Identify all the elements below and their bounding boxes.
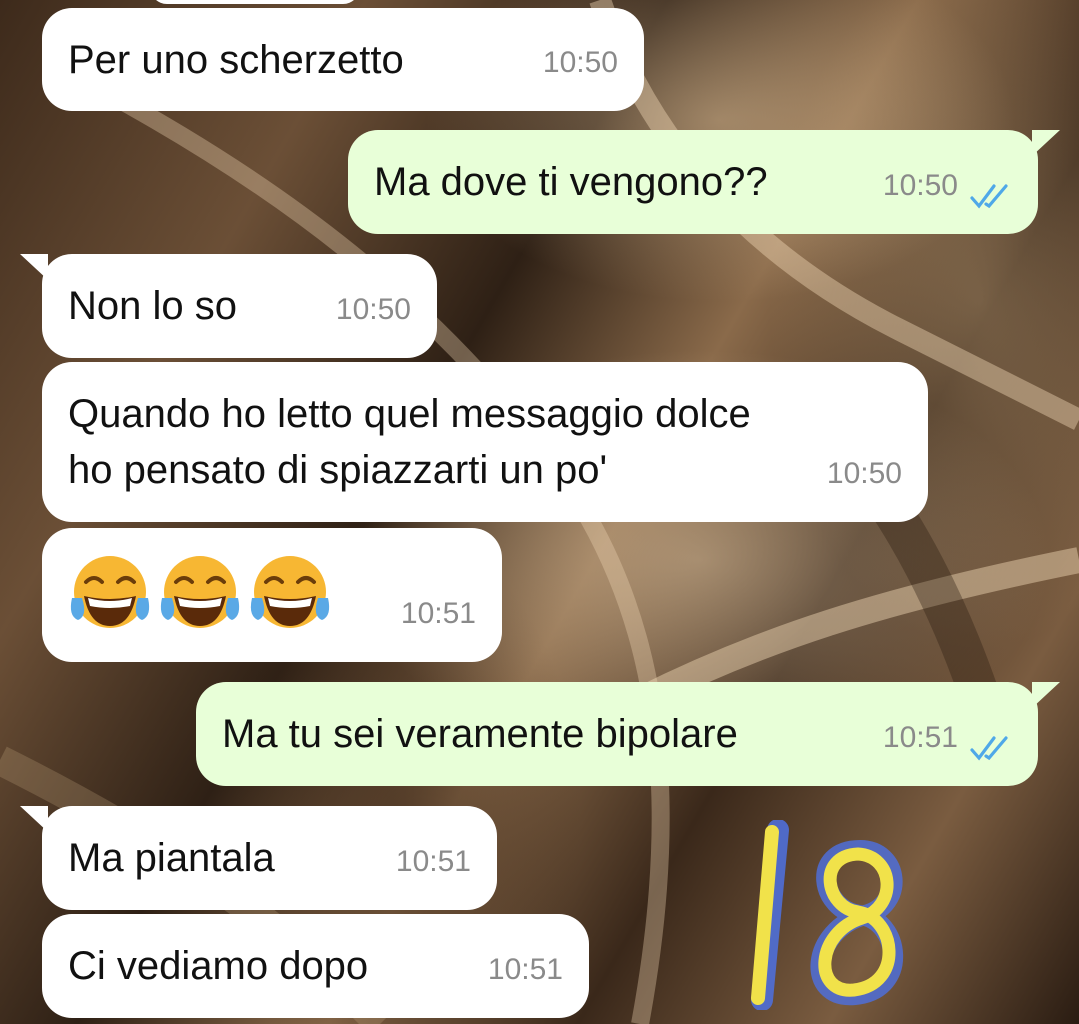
message-text: Ci vediamo dopo (68, 944, 369, 988)
message-incoming[interactable]: Non lo so 10:50 (20, 254, 437, 358)
handwritten-number-drawing (751, 820, 904, 1010)
message-timestamp: 10:50 (882, 169, 958, 202)
face-with-tears-of-joy-icon (250, 556, 330, 628)
face-with-tears-of-joy-icon (160, 556, 240, 628)
message-text: Ma tu sei veramente bipolare (222, 712, 738, 756)
message-timestamp: 10:51 (882, 721, 958, 754)
message-outgoing[interactable]: Ma dove ti vengono?? 10:50 (348, 130, 1060, 234)
message-timestamp: 10:51 (395, 845, 471, 878)
message-text: Quando ho letto quel messaggio dolce ho … (68, 392, 751, 492)
message-timestamp: 10:51 (487, 953, 563, 986)
message-text: Non lo so (68, 284, 237, 328)
message-text: Ma dove ti vengono?? (374, 160, 768, 204)
message-outgoing[interactable]: Ma tu sei veramente bipolare 10:51 (196, 682, 1060, 786)
face-with-tears-of-joy-icon (70, 556, 150, 628)
message-incoming[interactable]: Per uno scherzetto 10:50 (42, 8, 644, 111)
message-timestamp: 10:50 (826, 457, 902, 490)
message-incoming[interactable]: Ma piantala 10:51 (20, 806, 497, 910)
message-timestamp: 10:50 (542, 46, 618, 79)
message-timestamp: 10:51 (400, 597, 476, 630)
message-timestamp: 10:50 (335, 293, 411, 326)
message-incoming[interactable]: Quando ho letto quel messaggio dolce ho … (42, 362, 928, 522)
message-incoming[interactable]: Ci vediamo dopo 10:51 (42, 914, 589, 1018)
message-incoming-emoji[interactable]: 10:51 (42, 528, 502, 662)
message-bubble-partial (150, 0, 360, 4)
double-check-icon (970, 736, 1008, 761)
message-text: Ma piantala (68, 836, 275, 880)
double-check-icon (970, 184, 1008, 209)
message-text: Per uno scherzetto (68, 38, 404, 82)
